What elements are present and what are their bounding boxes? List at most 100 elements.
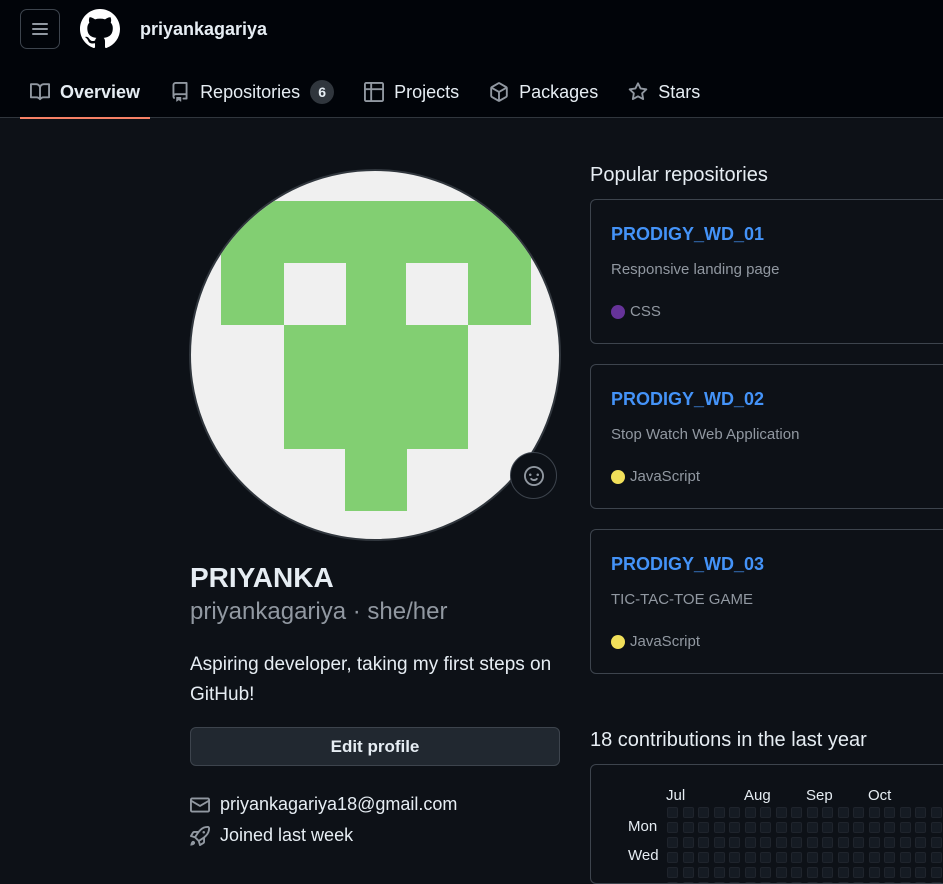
contribution-day-cell[interactable]: [915, 807, 926, 818]
contribution-day-cell[interactable]: [744, 837, 756, 848]
contribution-day-cell[interactable]: [915, 867, 926, 878]
contribution-day-cell[interactable]: [822, 867, 833, 878]
tab-packages-label: Packages: [519, 81, 599, 102]
contribution-day-cell[interactable]: [822, 807, 833, 818]
contribution-day-cell[interactable]: [837, 822, 849, 833]
contribution-day-cell[interactable]: [884, 807, 895, 818]
contribution-day-cell[interactable]: [729, 867, 740, 878]
contribution-day-cell[interactable]: [760, 837, 771, 848]
contribution-day-cell[interactable]: [915, 837, 926, 848]
contribution-day-cell[interactable]: [791, 867, 802, 878]
contribution-day-cell[interactable]: [930, 867, 942, 878]
contribution-day-cell[interactable]: [791, 837, 802, 848]
contribution-day-cell[interactable]: [713, 807, 725, 818]
contribution-day-cell[interactable]: [930, 822, 942, 833]
tab-repositories[interactable]: Repositories 6: [160, 66, 344, 118]
contribution-day-cell[interactable]: [775, 822, 787, 833]
contribution-day-cell[interactable]: [713, 837, 725, 848]
tab-packages[interactable]: Packages: [479, 66, 608, 118]
contribution-day-cell[interactable]: [899, 822, 911, 833]
contribution-day-cell[interactable]: [806, 807, 818, 818]
profile-joined: Joined last week: [220, 825, 354, 845]
repo-language-label: CSS: [630, 303, 661, 320]
contribution-day-cell[interactable]: [853, 822, 864, 833]
contribution-day-cell[interactable]: [853, 807, 864, 818]
contribution-day-cell[interactable]: [760, 867, 771, 878]
contribution-day-cell[interactable]: [682, 807, 694, 818]
contribution-day-cell[interactable]: [667, 807, 678, 818]
mail-icon: [190, 797, 210, 812]
repo-link[interactable]: PRODIGY_WD_02: [611, 389, 764, 410]
contribution-day-cell[interactable]: [853, 867, 864, 878]
contribution-day-cell[interactable]: [729, 807, 740, 818]
contribution-day-cell[interactable]: [822, 837, 833, 848]
contribution-day-cell[interactable]: [667, 867, 678, 878]
contribution-day-cell[interactable]: [698, 822, 709, 833]
rocket-icon: [190, 825, 210, 846]
contribution-day-cell[interactable]: [884, 837, 895, 848]
repo-link[interactable]: PRODIGY_WD_03: [611, 554, 764, 575]
contribution-day-cell[interactable]: [729, 837, 740, 848]
contribution-day-cell[interactable]: [930, 807, 942, 818]
repo-description: Stop Watch Web Application: [611, 426, 800, 443]
contribution-day-cell[interactable]: [698, 807, 709, 818]
contribution-day-cell[interactable]: [775, 867, 787, 878]
tab-projects[interactable]: Projects: [354, 66, 469, 118]
contribution-day-cell[interactable]: [667, 822, 678, 833]
github-logo-icon[interactable]: [80, 9, 120, 49]
tab-projects-label: Projects: [394, 81, 460, 102]
contribution-day-cell[interactable]: [884, 822, 895, 833]
contribution-day-cell[interactable]: [868, 807, 880, 818]
contribution-day-cell[interactable]: [837, 867, 849, 878]
contribution-day-cell[interactable]: [775, 807, 787, 818]
contribution-day-cell[interactable]: [868, 822, 880, 833]
contribution-day-cell[interactable]: [822, 822, 833, 833]
contribution-day-cell[interactable]: [791, 822, 802, 833]
contribution-day-cell[interactable]: [899, 837, 911, 848]
contribution-day-cell[interactable]: [729, 822, 740, 833]
edit-profile-button[interactable]: Edit profile: [190, 727, 560, 766]
contribution-day-cell[interactable]: [698, 867, 709, 878]
contribution-day-cell[interactable]: [915, 822, 926, 833]
contribution-day-cell[interactable]: [899, 807, 911, 818]
hamburger-menu-icon: [32, 23, 48, 35]
hamburger-menu-button[interactable]: [20, 9, 60, 49]
contribution-day-cell[interactable]: [806, 867, 818, 878]
contribution-day-cell[interactable]: [837, 807, 849, 818]
contribution-day-cell[interactable]: [682, 837, 694, 848]
contribution-day-cell[interactable]: [682, 867, 694, 878]
repo-link[interactable]: PRODIGY_WD_01: [611, 224, 764, 245]
contribution-day-cell[interactable]: [930, 837, 942, 848]
contribution-day-cell[interactable]: [713, 822, 725, 833]
contribution-day-cell[interactable]: [868, 837, 880, 848]
contribution-day-cell[interactable]: [744, 822, 756, 833]
contribution-day-cell[interactable]: [853, 837, 864, 848]
contributions-title: 18 contributions in the last year: [590, 729, 867, 751]
contribution-day-cell[interactable]: [868, 867, 880, 878]
tab-overview-label: Overview: [60, 81, 141, 102]
contribution-day-cell[interactable]: [713, 867, 725, 878]
contribution-day-cell[interactable]: [682, 822, 694, 833]
tab-stars[interactable]: Stars: [618, 66, 710, 118]
avatar[interactable]: [189, 169, 561, 541]
contribution-day-cell[interactable]: [744, 807, 756, 818]
profile-bio: Aspiring developer, taking my first step…: [190, 654, 552, 705]
header-username[interactable]: priyankagariya: [140, 19, 267, 40]
profile-email[interactable]: priyankagariya18@gmail.com: [220, 794, 457, 815]
contribution-day-cell[interactable]: [884, 867, 895, 878]
contribution-day-cell[interactable]: [667, 837, 678, 848]
contribution-day-cell[interactable]: [760, 807, 771, 818]
contribution-day-cell[interactable]: [760, 822, 771, 833]
contribution-day-cell[interactable]: [837, 837, 849, 848]
contribution-day-cell[interactable]: [744, 867, 756, 878]
contribution-day-cell[interactable]: [806, 837, 818, 848]
tab-overview[interactable]: Overview: [20, 66, 151, 119]
contribution-day-cell[interactable]: [806, 822, 818, 833]
contribution-day-cell[interactable]: [791, 807, 802, 818]
contribution-day-cell[interactable]: [899, 867, 911, 878]
profile-joined-row: Joined last week: [190, 825, 353, 846]
language-color-dot: [611, 634, 625, 649]
set-status-button[interactable]: [510, 452, 557, 499]
contribution-day-cell[interactable]: [698, 837, 709, 848]
contribution-day-cell[interactable]: [775, 837, 787, 848]
